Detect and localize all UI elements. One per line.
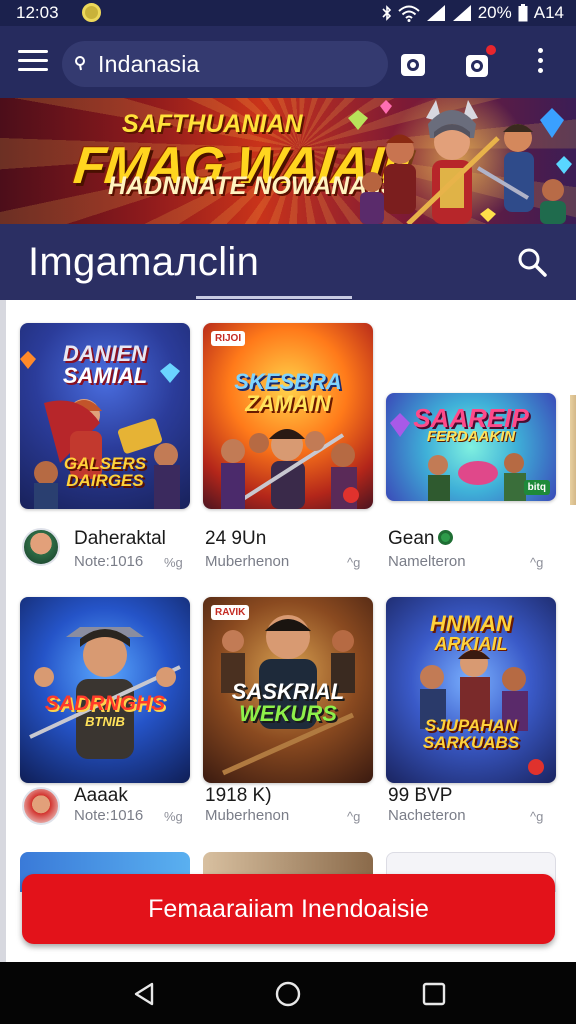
game-size: %g	[164, 555, 183, 570]
game-name-text: Gean	[388, 528, 435, 549]
game-art-title: HNMAN	[430, 611, 512, 636]
game-thumbnail[interactable]: SADRNGHS BTNIB	[20, 597, 190, 783]
game-thumbnail[interactable]: HNMAN ARKIAIL SJUPAHAN SARKUABS	[386, 597, 556, 783]
game-art	[221, 429, 359, 509]
signal-icon-2	[452, 5, 471, 21]
game-size: ^g	[347, 555, 361, 570]
game-subtitle: Nacheteron	[388, 807, 466, 824]
game-art-caption: GALSERS DAIRGES	[63, 454, 147, 490]
battery-icon	[518, 4, 528, 22]
publisher-avatar	[22, 528, 60, 566]
game-name: Gean	[388, 528, 454, 550]
game-subtitle: Muberhenon	[205, 553, 290, 570]
game-subtitle: Namelteron	[388, 553, 466, 570]
game-name: 99 BVP	[388, 785, 453, 806]
next-column-peek	[570, 395, 576, 505]
publisher-avatar	[22, 787, 60, 825]
carrier-label: A14	[533, 3, 564, 22]
menu-icon[interactable]	[18, 50, 48, 76]
game-card[interactable]: RIJOI SKESBRA ZAMAIN 24 9Un Muberhenon ^…	[203, 323, 375, 573]
game-card[interactable]: SAAREIP FERDAAKIN bitq Gean Namelteron ^…	[386, 323, 558, 573]
game-tag: RAVIK	[211, 605, 250, 620]
tab-indicator	[196, 296, 352, 299]
verified-icon	[438, 530, 454, 545]
system-nav-bar	[0, 962, 576, 1024]
game-art-caption: SJUPAHAN SARKUABS	[422, 716, 520, 752]
game-thumbnail[interactable]: SAAREIP FERDAAKIN bitq	[386, 393, 556, 501]
game-thumbnail[interactable]: RIJOI SKESBRA ZAMAIN	[203, 323, 373, 509]
game-art-title-2: BTNIB	[85, 714, 125, 729]
home-icon[interactable]	[274, 980, 302, 1008]
app-notification-icon	[82, 3, 101, 22]
game-name: Daheraktal	[74, 528, 166, 549]
search-input[interactable]: Indanasia	[62, 41, 388, 87]
notification-dot	[486, 45, 496, 55]
game-card[interactable]: DANIEN SAMIAL GALSERS DAIRGES Daheraktal…	[20, 323, 192, 573]
banner-line-1: SAFTHUANIAN	[122, 110, 303, 138]
game-card[interactable]: RAVIK SASKRIAL WEKURS 1918 K) Muberhenon…	[203, 597, 375, 847]
game-size: ^g	[530, 555, 544, 570]
search-value: Indanasia	[98, 51, 200, 77]
search-icon[interactable]	[516, 246, 548, 278]
game-thumbnail[interactable]: DANIEN SAMIAL GALSERS DAIRGES	[20, 323, 190, 509]
game-art-title-2: WEKURS	[239, 701, 337, 726]
game-thumbnail[interactable]: RAVIK SASKRIAL WEKURS	[203, 597, 373, 783]
game-tag: RIJOI	[211, 331, 246, 346]
status-time: 12:03	[16, 3, 59, 22]
wifi-icon	[398, 5, 420, 22]
bluetooth-icon	[382, 5, 391, 21]
game-card[interactable]: HNMAN ARKIAIL SJUPAHAN SARKUABS 99 BVP N…	[386, 597, 558, 847]
cta-label: Femaaraiiam Inendoaisie	[148, 895, 429, 923]
status-bar: 12:03 20% A14	[0, 0, 576, 26]
game-art-title-2: SAMIAL	[62, 363, 148, 388]
banner-hero-illustration	[348, 98, 572, 224]
primary-cta-button[interactable]: Femaaraiiam Inendoaisie	[22, 874, 555, 944]
top-app-bar: Indanasia	[0, 26, 576, 98]
game-name: 24 9Un	[205, 528, 267, 549]
game-art-title: SASKRIAL	[231, 679, 345, 704]
promo-banner[interactable]: SAFTHUANIAN FMAG WAIAII! HADNNATE NOWANA…	[0, 98, 576, 224]
game-art-title: SADRNGHS	[44, 692, 166, 715]
game-name: 1918 K)	[205, 785, 272, 806]
recents-icon[interactable]	[420, 980, 448, 1008]
more-options-icon[interactable]	[534, 48, 546, 78]
game-art-title: DANIEN	[62, 341, 148, 366]
status-indicators: 20% A14	[382, 2, 564, 24]
game-art	[29, 627, 181, 759]
game-card[interactable]: SADRNGHS BTNIB Aaaak Note:1016 %g	[20, 597, 192, 847]
game-subtitle: Muberhenon	[205, 807, 290, 824]
game-subtitle: Note:1016	[74, 553, 144, 570]
section-header: Imgamaлclin	[0, 224, 576, 300]
game-size: %g	[164, 809, 183, 824]
game-art-title-2: FERDAAKIN	[426, 428, 516, 445]
shopping-bag-button[interactable]	[462, 45, 496, 79]
signal-icon	[426, 5, 445, 21]
back-icon[interactable]	[130, 980, 158, 1008]
game-size: ^g	[530, 809, 544, 824]
section-title: Imgamaлclin	[28, 240, 260, 284]
game-size: ^g	[347, 809, 361, 824]
game-art-title-2: ZAMAIN	[245, 391, 331, 416]
game-art-title: SKESBRA	[234, 369, 342, 394]
game-art-title-2: ARKIAIL	[434, 634, 508, 654]
search-icon	[75, 56, 85, 71]
camera-icon[interactable]	[398, 49, 428, 79]
game-name: Aaaak	[74, 785, 128, 806]
battery-percent: 20%	[477, 3, 512, 22]
game-subtitle: Note:1016	[74, 807, 144, 824]
game-tag: bitq	[523, 480, 550, 495]
game-grid: DANIEN SAMIAL GALSERS DAIRGES Daheraktal…	[0, 300, 576, 962]
